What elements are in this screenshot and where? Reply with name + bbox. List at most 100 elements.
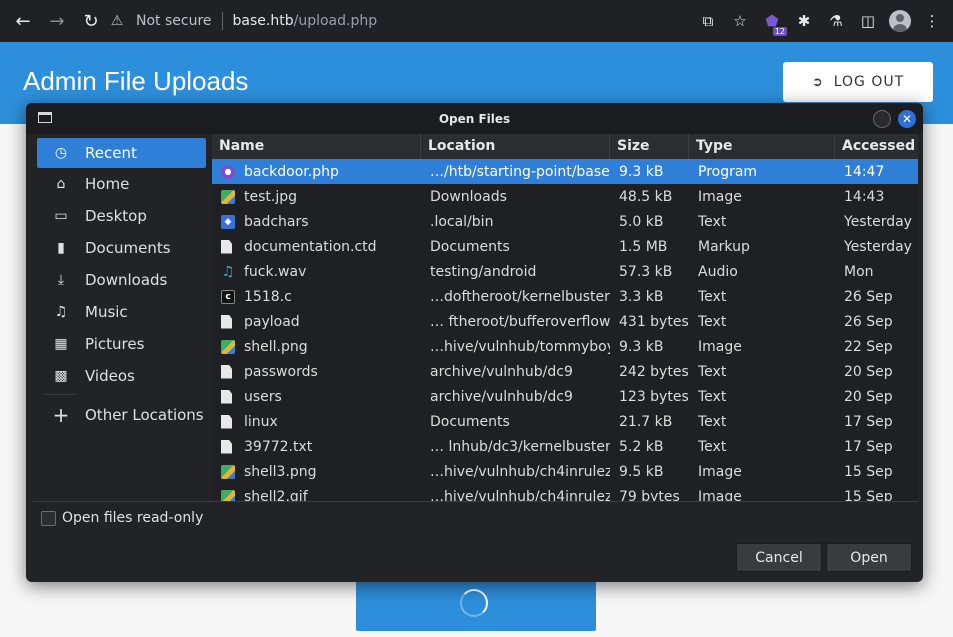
file-type: Text [698, 413, 727, 430]
file-name: 1518.c [244, 288, 292, 305]
file-name: test.jpg [244, 188, 297, 205]
file-row[interactable]: documentation.ctd Documents 1.5 MB Markup Ye… [212, 234, 918, 259]
file-rows: ● backdoor.php …/htb/starting-point/base 9.… [212, 159, 918, 501]
file-list-header: Name Location Size Type Accessed [212, 134, 918, 159]
flask-icon[interactable]: ⚗ [825, 10, 847, 32]
file-name-cell: linux [212, 414, 421, 430]
text-file-icon [221, 414, 232, 429]
file-location: Downloads [430, 188, 507, 205]
profile-avatar[interactable] [889, 10, 911, 32]
file-type: Image [698, 338, 742, 355]
file-type: Program [698, 163, 758, 180]
column-header-type[interactable]: Type [689, 134, 835, 159]
readonly-option[interactable]: Open files read-only [41, 510, 203, 526]
column-header-name[interactable]: Name [212, 134, 421, 159]
sidebar-item-pictures[interactable]: ▦ Pictures [33, 328, 209, 360]
open-button[interactable]: Open [826, 543, 912, 572]
close-icon[interactable]: ✕ [898, 110, 916, 128]
file-accessed: Yesterday [844, 213, 912, 230]
maximize-button[interactable] [873, 110, 891, 128]
file-name: documentation.ctd [244, 238, 377, 255]
file-row[interactable]: ◆ badchars .local/bin 5.0 kB Text Yesterday [212, 209, 918, 234]
loading-spinner-icon [460, 589, 488, 617]
divider [33, 501, 918, 502]
file-row[interactable]: ♫ fuck.wav testing/android 57.3 kB Audio Mon [212, 259, 918, 284]
file-size: 9.3 kB [619, 163, 664, 180]
file-row[interactable]: passwords archive/vulnhub/dc9 242 bytes Tex… [212, 359, 918, 384]
sidebar-item-label: Videos [85, 367, 135, 385]
file-row[interactable]: test.jpg Downloads 48.5 kB Image 14:43 [212, 184, 918, 209]
puzzle-icon[interactable]: ✱ [793, 10, 815, 32]
reload-icon[interactable]: ↻ [76, 6, 106, 36]
file-accessed: 26 Sep [844, 288, 893, 305]
file-row[interactable]: ● backdoor.php …/htb/starting-point/base 9.… [212, 159, 918, 184]
divider [45, 394, 75, 395]
plus-icon: + [52, 403, 70, 427]
file-row[interactable]: shell.png …hive/vulnhub/tommyboy 9.3 kB Ima… [212, 334, 918, 359]
column-header-accessed[interactable]: Accessed [835, 134, 918, 159]
sidebar-item-label: Desktop [85, 207, 147, 225]
sidebar-item-home[interactable]: ⌂ Home [33, 168, 209, 200]
file-size: 1.5 MB [619, 238, 668, 255]
file-row[interactable]: linux Documents 21.7 kB Text 17 Sep [212, 409, 918, 434]
file-name-cell: ♫ fuck.wav [212, 264, 421, 280]
sidebar-item-downloads[interactable]: ⤓ Downloads [33, 264, 209, 296]
sidebar-item-label: Recent [85, 144, 137, 162]
sidebar-item-music[interactable]: ♫ Music [33, 296, 209, 328]
download-icon: ⤓ [57, 272, 65, 288]
file-location: archive/vulnhub/dc9 [430, 363, 573, 380]
file-name-cell: payload [212, 314, 421, 330]
share-icon[interactable]: ⧉ [697, 10, 719, 32]
file-row[interactable]: c 1518.c …doftheroot/kernelbuster 3.3 kB Tex… [212, 284, 918, 309]
back-arrow-icon[interactable]: ← [8, 6, 38, 36]
sidebar-item-other-locations[interactable]: + Other Locations [33, 399, 209, 431]
file-name-cell: documentation.ctd [212, 239, 421, 255]
file-accessed: 17 Sep [844, 413, 893, 430]
file-accessed: 20 Sep [844, 388, 893, 405]
file-location: …/htb/starting-point/base [430, 163, 610, 180]
text-file-icon [221, 389, 232, 404]
file-accessed: 14:43 [844, 188, 885, 205]
extension-shield-icon[interactable]: ⬟ 12 [761, 10, 787, 36]
logout-button[interactable]: ➲ LOG OUT [783, 62, 933, 102]
file-size: 5.2 kB [619, 438, 664, 455]
file-type: Text [698, 313, 727, 330]
readonly-label: Open files read-only [62, 510, 204, 526]
sidebar-item-recent[interactable]: ◷ Recent [37, 138, 206, 168]
file-row[interactable]: payload … ftheroot/bufferoverflow 431 byte… [212, 309, 918, 334]
browser-toolbar: ← → ↻ ⚠ Not secure base.htb/upload.php ⧉… [0, 0, 953, 42]
sidebar-item-label: Music [85, 303, 128, 321]
cancel-button[interactable]: Cancel [736, 543, 822, 572]
side-panel-icon[interactable]: ◫ [857, 10, 879, 32]
more-menu-icon[interactable]: ⋮ [921, 10, 943, 32]
file-name: badchars [244, 213, 309, 230]
php-file-icon: ● [221, 164, 235, 179]
sidebar-item-videos[interactable]: ▩ Videos [33, 360, 209, 392]
readonly-checkbox[interactable] [41, 510, 56, 526]
file-size: 21.7 kB [619, 413, 673, 430]
security-label: Not secure [136, 13, 212, 29]
column-header-size[interactable]: Size [610, 134, 689, 159]
file-size: 9.3 kB [619, 338, 664, 355]
logout-label: LOG OUT [833, 74, 905, 90]
file-row[interactable]: shell3.png …hive/vulnhub/ch4inrulez 9.5 kB… [212, 459, 918, 484]
picture-icon: ▦ [54, 336, 68, 352]
file-row[interactable]: users archive/vulnhub/dc9 123 bytes Text 20 … [212, 384, 918, 409]
sidebar-item-documents[interactable]: ▮ Documents [33, 232, 209, 264]
bookmark-star-icon[interactable]: ☆ [729, 10, 751, 32]
sidebar-item-desktop[interactable]: ▭ Desktop [33, 200, 209, 232]
file-accessed: 26 Sep [844, 313, 893, 330]
file-location: Documents [430, 238, 510, 255]
file-row[interactable]: 39772.txt … lnhub/dc3/kernelbuster 5.2 kB T… [212, 434, 918, 459]
file-row[interactable]: shell2.gif …hive/vulnhub/ch4inrulez 79 byt… [212, 484, 918, 501]
forward-arrow-icon[interactable]: → [42, 6, 72, 36]
page-title: Admin File Uploads [23, 66, 249, 96]
upload-button[interactable] [356, 578, 596, 631]
address-bar[interactable]: ⚠ Not secure base.htb/upload.php [108, 5, 748, 37]
file-name-cell: ◆ badchars [212, 214, 421, 230]
file-accessed: Mon [844, 263, 874, 280]
column-header-location[interactable]: Location [421, 134, 610, 159]
window-icon [38, 112, 52, 123]
desktop-icon: ▭ [54, 208, 68, 224]
sidebar-item-label: Documents [85, 239, 171, 257]
